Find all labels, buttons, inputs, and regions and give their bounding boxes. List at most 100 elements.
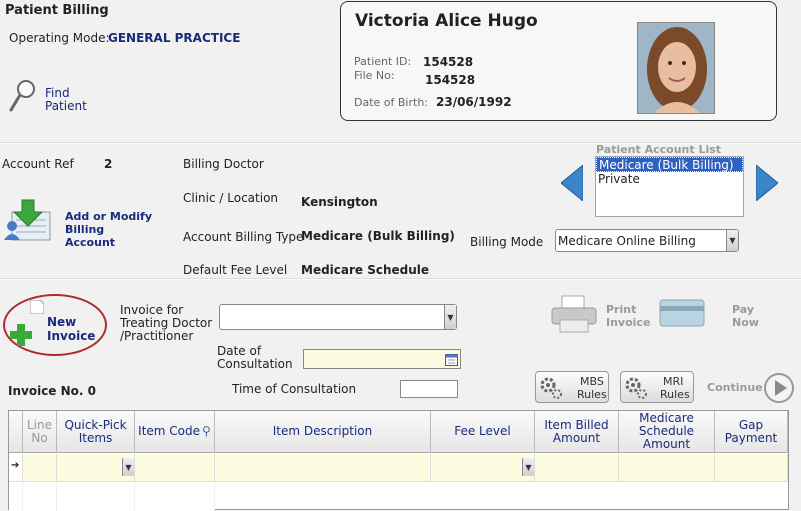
billing-type-label: Account Billing Type	[183, 230, 304, 244]
invoice-items-grid: Line No Quick-Pick Items Item Code ⚲ Item …	[8, 410, 789, 511]
patient-name: Victoria Alice Hugo	[355, 11, 538, 31]
cell-line-no[interactable]	[23, 454, 57, 482]
item-code-header-label: Item Code	[138, 424, 201, 438]
gears-icon	[625, 377, 647, 399]
billing-mode-label: Billing Mode	[470, 235, 544, 249]
clinic-value: Kensington	[301, 195, 378, 209]
billing-mode-value: Medicare Online Billing	[558, 234, 696, 248]
fee-level-value: Medicare Schedule	[301, 263, 430, 277]
file-no-value: 154528	[425, 73, 476, 87]
patient-id-label: Patient ID:	[354, 55, 412, 68]
row-selector[interactable]	[9, 483, 23, 511]
printer-icon	[551, 295, 597, 333]
cell-quick-pick[interactable]: ▼	[57, 454, 135, 482]
search-icon[interactable]: ⚲	[202, 425, 211, 438]
date-of-consultation-label: Consultation	[217, 357, 293, 371]
magnifier-icon	[9, 80, 35, 112]
mbs-rules-label: MBS	[580, 375, 604, 388]
calendar-icon[interactable]	[445, 353, 458, 366]
billing-mode-select[interactable]: Medicare Online Billing ▼	[555, 229, 739, 252]
credit-card-icon	[659, 299, 705, 327]
cell-item-description[interactable]	[215, 454, 431, 482]
time-of-consultation-input[interactable]	[400, 380, 458, 398]
column-header-item-description[interactable]: Item Description	[215, 411, 431, 453]
section-divider	[0, 278, 801, 280]
add-modify-account-button[interactable]: Add or Modify Billing Account	[2, 198, 153, 249]
cell-item-code[interactable]	[135, 483, 215, 511]
dob-value: 23/06/1992	[436, 95, 512, 109]
treating-doctor-select[interactable]: ▼	[219, 304, 457, 330]
mri-rules-label: MRI	[663, 375, 684, 388]
clinic-label: Clinic / Location	[183, 191, 279, 205]
invoice-for-label: Invoice for	[120, 303, 184, 317]
plus-icon	[10, 324, 32, 346]
account-ref-label: Account Ref	[2, 157, 74, 171]
billing-account-icon	[4, 199, 51, 241]
invoice-number: Invoice No. 0	[8, 384, 96, 398]
gears-icon	[540, 377, 562, 399]
column-header-item-code[interactable]: Item Code ⚲	[135, 411, 215, 453]
date-of-consultation-label: Date of	[217, 344, 262, 358]
continue-arrow-icon[interactable]	[763, 372, 795, 404]
patient-photo	[637, 22, 715, 114]
chevron-down-icon[interactable]: ▼	[444, 305, 456, 329]
grid-corner	[9, 411, 23, 453]
pay-now-label: Now	[732, 316, 759, 329]
add-modify-label: Billing Account	[65, 223, 116, 249]
billing-type-value: Medicare (Bulk Billing)	[301, 229, 455, 243]
mbs-rules-button[interactable]: MBS Rules	[535, 371, 609, 403]
patient-card: Victoria Alice Hugo Patient ID: 154528 F…	[340, 1, 777, 121]
dob-label: Date of Birth:	[354, 96, 429, 109]
cell-fee-level[interactable]: ▼	[431, 454, 535, 482]
column-header-gap-payment[interactable]: Gap Payment	[715, 411, 788, 453]
account-list-item[interactable]: Medicare (Bulk Billing)	[596, 157, 743, 172]
file-no-label: File No:	[354, 69, 395, 82]
chevron-down-icon[interactable]: ▼	[122, 458, 134, 476]
add-modify-label: Add or Modify	[65, 210, 153, 223]
cell-medicare-schedule[interactable]	[619, 454, 715, 482]
date-of-consultation-input[interactable]	[303, 349, 461, 369]
cell-item-billed[interactable]	[535, 454, 619, 482]
new-invoice-label: New	[47, 315, 77, 329]
time-of-consultation-label: Time of Consultation	[232, 382, 357, 396]
account-list-title: Patient Account List	[596, 143, 722, 156]
row-selector[interactable]: ➔	[9, 454, 23, 482]
account-ref-value: 2	[104, 157, 113, 171]
chevron-down-icon[interactable]: ▼	[522, 458, 534, 476]
account-list-item[interactable]: Private	[596, 172, 743, 187]
cell-item-code[interactable]	[135, 454, 215, 482]
new-invoice-button[interactable]: New Invoice	[3, 294, 107, 356]
operating-mode-label: Operating Mode:	[9, 31, 110, 45]
person-photo-icon	[638, 23, 714, 113]
patient-id-value: 154528	[423, 55, 474, 69]
mbs-rules-label: Rules	[577, 388, 607, 401]
fee-level-label: Default Fee Level	[183, 263, 288, 277]
column-header-quick-pick[interactable]: Quick-Pick Items	[57, 411, 135, 453]
cell-quick-pick[interactable]	[57, 483, 135, 511]
chevron-down-icon[interactable]: ▼	[726, 230, 738, 251]
mri-rules-button[interactable]: MRI Rules	[620, 371, 694, 403]
column-header-item-billed[interactable]: Item Billed Amount	[535, 411, 619, 453]
find-patient-label: Find	[45, 86, 70, 100]
page-title: Patient Billing	[5, 3, 109, 18]
column-header-medicare-schedule[interactable]: Medicare Schedule Amount	[619, 411, 715, 453]
next-account-arrow-icon[interactable]	[756, 165, 778, 201]
billing-doctor-label: Billing Doctor	[183, 157, 264, 171]
invoice-for-label: /Practitioner	[120, 329, 194, 343]
continue-label: Continue	[707, 381, 763, 394]
cell-line-no[interactable]	[23, 483, 57, 511]
invoice-for-label: Treating Doctor	[120, 316, 213, 330]
print-invoice-button[interactable]: Print Invoice	[548, 294, 652, 334]
mri-rules-label: Rules	[660, 388, 690, 401]
operating-mode-value: GENERAL PRACTICE	[108, 31, 241, 45]
column-header-fee-level[interactable]: Fee Level	[431, 411, 535, 453]
print-invoice-label: Print	[606, 303, 637, 316]
pay-now-button[interactable]: Pay Now	[658, 294, 762, 334]
new-invoice-label: Invoice	[47, 329, 96, 343]
column-header-line-no[interactable]: Line No	[23, 411, 57, 453]
cell-gap-payment[interactable]	[715, 454, 788, 482]
find-patient-button[interactable]: Find Patient	[8, 78, 88, 114]
patient-account-list[interactable]: Medicare (Bulk Billing) Private	[595, 156, 744, 217]
previous-account-arrow-icon[interactable]	[561, 165, 583, 201]
row-arrow-icon: ➔	[11, 460, 20, 471]
